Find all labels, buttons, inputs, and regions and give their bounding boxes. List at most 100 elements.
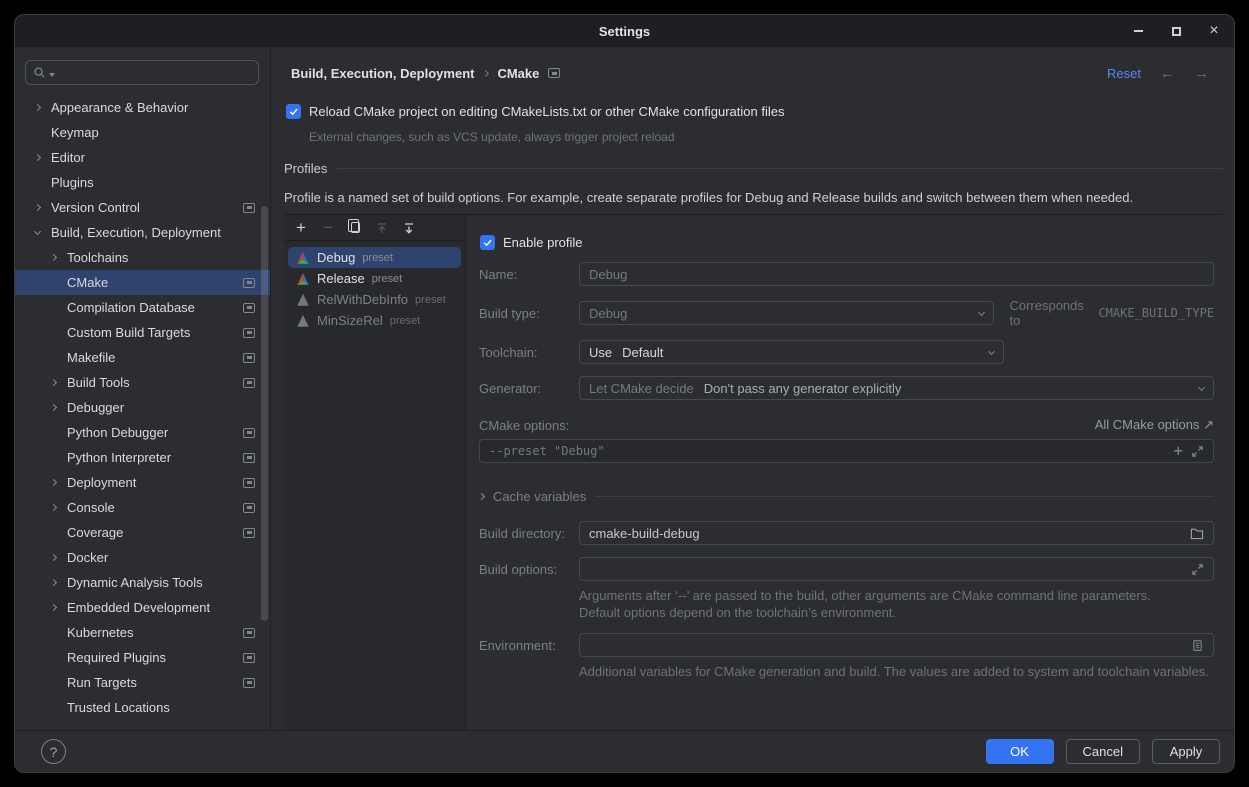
sidebar-item-keymap[interactable]: Keymap <box>15 120 270 145</box>
search-filter-caret-icon[interactable] <box>49 73 55 77</box>
remove-profile-button[interactable]: − <box>320 220 336 236</box>
name-field[interactable]: Debug <box>579 262 1214 286</box>
generator-select[interactable]: Let CMake decideDon't pass any generator… <box>579 376 1214 400</box>
sidebar-item-label: Docker <box>67 550 108 565</box>
profile-item-debug[interactable]: Debug preset <box>288 247 461 268</box>
cmake-build-type-code: CMAKE_BUILD_TYPE <box>1098 306 1214 320</box>
move-down-icon <box>402 221 416 235</box>
profile-suffix: preset <box>415 294 446 306</box>
all-cmake-options-link[interactable]: All CMake options ↗ <box>1095 417 1214 433</box>
build-directory-field[interactable]: cmake-build-debug <box>579 521 1214 545</box>
sidebar-scrollbar[interactable] <box>261 206 268 621</box>
reload-cmake-row: Reload CMake project on editing CMakeLis… <box>286 104 784 119</box>
sidebar-item-coverage[interactable]: Coverage <box>15 520 270 545</box>
copy-profile-button[interactable] <box>347 220 363 236</box>
reset-link[interactable]: Reset <box>1107 66 1141 81</box>
chevron-right-icon[interactable] <box>50 404 57 411</box>
minimize-button[interactable] <box>1130 23 1146 39</box>
expand-icon[interactable] <box>1191 445 1204 458</box>
sidebar-item-console[interactable]: Console <box>15 495 270 520</box>
project-scope-icon <box>243 328 255 338</box>
chevron-right-icon[interactable] <box>50 479 57 486</box>
list-variables-icon[interactable] <box>1191 639 1204 652</box>
expand-icon[interactable] <box>1191 563 1204 576</box>
sidebar-item-appearance-behavior[interactable]: Appearance & Behavior <box>15 95 270 120</box>
breadcrumb-item[interactable]: CMake <box>497 66 539 81</box>
enable-profile-checkbox[interactable] <box>480 235 495 250</box>
move-down-button[interactable] <box>401 220 417 236</box>
sidebar-item-python-debugger[interactable]: Python Debugger <box>15 420 270 445</box>
ok-button[interactable]: OK <box>986 739 1054 764</box>
sidebar-item-python-interpreter[interactable]: Python Interpreter <box>15 445 270 470</box>
reload-cmake-checkbox[interactable] <box>286 104 301 119</box>
sidebar-item-required-plugins[interactable]: Required Plugins <box>15 645 270 670</box>
search-icon <box>33 66 46 79</box>
sidebar-item-docker[interactable]: Docker <box>15 545 270 570</box>
breadcrumb-item[interactable]: Build, Execution, Deployment <box>291 66 474 81</box>
chevron-right-icon[interactable] <box>50 554 57 561</box>
sidebar-item-makefile[interactable]: Makefile <box>15 345 270 370</box>
cancel-button[interactable]: Cancel <box>1066 739 1140 764</box>
generator-value: Let CMake decide <box>589 381 694 396</box>
folder-icon[interactable] <box>1190 527 1204 540</box>
chevron-right-icon[interactable] <box>50 254 57 261</box>
sidebar-item-custom-build-targets[interactable]: Custom Build Targets <box>15 320 270 345</box>
toolchain-row: Toolchain: UseDefault <box>479 340 1214 364</box>
add-option-button[interactable]: + <box>1173 444 1183 458</box>
chevron-right-icon[interactable] <box>50 504 57 511</box>
profile-item-release[interactable]: Release preset <box>288 268 461 289</box>
build-type-select[interactable]: Debug <box>579 301 994 325</box>
toolchain-select[interactable]: UseDefault <box>579 340 1004 364</box>
close-button[interactable]: × <box>1206 23 1222 39</box>
profiles-section-header: Profiles <box>284 161 1223 176</box>
environment-field[interactable] <box>579 633 1214 657</box>
chevron-right-icon[interactable] <box>50 604 57 611</box>
copy-icon <box>351 222 360 233</box>
search-input[interactable] <box>25 60 259 85</box>
move-up-button[interactable] <box>374 220 390 236</box>
project-scope-icon <box>243 453 255 463</box>
chevron-right-icon[interactable] <box>34 154 41 161</box>
sidebar-item-deployment[interactable]: Deployment <box>15 470 270 495</box>
generator-row: Generator: Let CMake decideDon't pass an… <box>479 376 1214 400</box>
chevron-down-icon <box>1198 383 1205 390</box>
build-directory-label: Build directory: <box>479 526 579 541</box>
check-icon <box>482 237 493 248</box>
sidebar-item-kubernetes[interactable]: Kubernetes <box>15 620 270 645</box>
sidebar-item-label: Appearance & Behavior <box>51 100 188 115</box>
profile-item-relwithdebinfo[interactable]: RelWithDebInfo preset <box>288 289 461 310</box>
apply-button[interactable]: Apply <box>1152 739 1220 764</box>
sidebar-item-build-execution-deployment[interactable]: Build, Execution, Deployment <box>15 220 270 245</box>
cache-variables-section[interactable]: Cache variables <box>479 489 1214 504</box>
back-arrow-icon[interactable]: ← <box>1160 65 1175 82</box>
sidebar-item-dynamic-analysis-tools[interactable]: Dynamic Analysis Tools <box>15 570 270 595</box>
sidebar-item-trusted-locations[interactable]: Trusted Locations <box>15 695 270 720</box>
chevron-right-icon[interactable] <box>50 579 57 586</box>
sidebar-item-cmake[interactable]: CMake <box>15 270 270 295</box>
chevron-right-icon[interactable] <box>34 104 41 111</box>
cmake-options-field[interactable]: --preset "Debug" + <box>479 439 1214 463</box>
maximize-button[interactable] <box>1168 23 1184 39</box>
forward-arrow-icon[interactable]: → <box>1194 65 1209 82</box>
chevron-right-icon[interactable] <box>50 379 57 386</box>
sidebar-item-run-targets[interactable]: Run Targets <box>15 670 270 695</box>
chevron-down-icon[interactable] <box>34 228 41 235</box>
sidebar-item-compilation-database[interactable]: Compilation Database <box>15 295 270 320</box>
profile-suffix: preset <box>390 315 421 327</box>
sidebar-item-embedded-development[interactable]: Embedded Development <box>15 595 270 620</box>
profiles-description: Profile is a named set of build options.… <box>284 190 1133 205</box>
sidebar-item-debugger[interactable]: Debugger <box>15 395 270 420</box>
profiles-box: + − Debug preset <box>284 214 1223 730</box>
build-options-field[interactable] <box>579 557 1214 581</box>
settings-window: Settings × Appearance & Behavior Keymap … <box>14 14 1235 773</box>
sidebar-item-editor[interactable]: Editor <box>15 145 270 170</box>
sidebar-item-build-tools[interactable]: Build Tools <box>15 370 270 395</box>
chevron-right-icon[interactable] <box>34 204 41 211</box>
profile-item-minsizerel[interactable]: MinSizeRel preset <box>288 310 461 331</box>
sidebar-item-toolchains[interactable]: Toolchains <box>15 245 270 270</box>
sidebar-item-version-control[interactable]: Version Control <box>15 195 270 220</box>
sidebar-item-plugins[interactable]: Plugins <box>15 170 270 195</box>
help-button[interactable]: ? <box>41 739 66 764</box>
build-options-hint: Arguments after ‘--’ are passed to the b… <box>579 587 1214 621</box>
add-profile-button[interactable]: + <box>293 220 309 236</box>
